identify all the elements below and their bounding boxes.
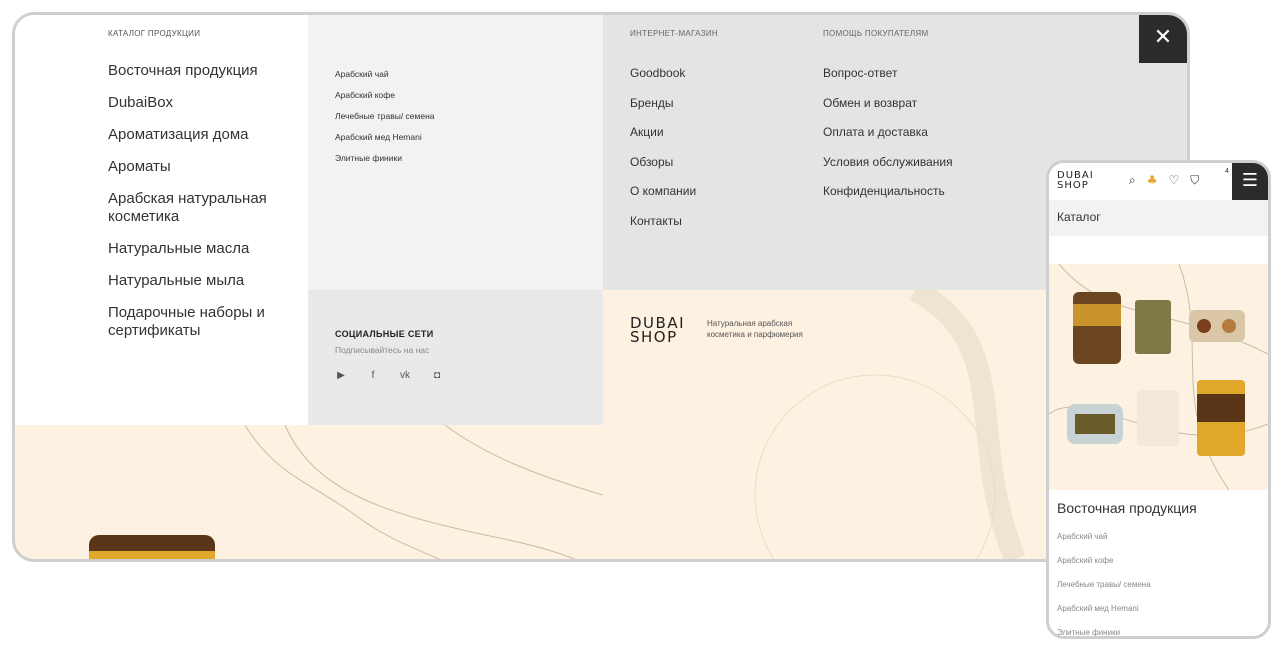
cart-icon[interactable]: ⛉ (1190, 173, 1199, 188)
user-icon[interactable]: ♣ (1147, 173, 1158, 188)
product-jar-label (89, 551, 215, 559)
heart-icon[interactable]: ♡ (1169, 173, 1180, 188)
shop-link[interactable]: Goodbook (630, 66, 696, 96)
tagline-line-1: Натуральная арабская (707, 319, 793, 328)
facebook-icon[interactable]: f (367, 370, 379, 381)
catalog-menu: Восточная продукция DubaiBox Ароматизаци… (108, 62, 293, 354)
help-menu: Вопрос-ответ Обмен и возврат Оплата и до… (823, 66, 953, 214)
close-button[interactable]: ✕ (1139, 15, 1187, 63)
social-column (308, 290, 603, 425)
social-title: СОЦИАЛЬНЫЕ СЕТИ (335, 329, 434, 339)
tagline-line-2: косметика и парфюмерия (707, 330, 803, 339)
mobile-header-icons: ⌕ ♣ ♡ ⛉ (1129, 173, 1199, 188)
hero-products-illustration (1049, 264, 1268, 490)
catalog-item[interactable]: Подарочные наборы и сертификаты (108, 304, 293, 340)
help-heading: ПОМОЩЬ ПОКУПАТЕЛЯМ (823, 29, 929, 38)
mobile-hero-image (1049, 264, 1268, 490)
cart-count-badge: 4 (1225, 168, 1229, 175)
help-link[interactable]: Конфиденциальность (823, 184, 953, 214)
mobile-header: DUBAI SHOP ⌕ ♣ ♡ ⛉ 4 ☰ (1049, 163, 1268, 200)
subcategory-item[interactable]: Арабский чай (335, 69, 435, 90)
logo-line-2: SHOP (1057, 180, 1089, 191)
mobile-subcategory-item[interactable]: Элитные финики (1057, 628, 1151, 636)
mobile-subcategory-item[interactable]: Арабский чай (1057, 532, 1151, 556)
shop-link[interactable]: О компании (630, 184, 696, 214)
logo-line-2: SHOP (630, 328, 678, 346)
mobile-frame: DUBAI SHOP ⌕ ♣ ♡ ⛉ 4 ☰ Каталог Восточная… (1046, 160, 1271, 639)
search-icon[interactable]: ⌕ (1129, 173, 1136, 188)
catalog-item[interactable]: Натуральные мыла (108, 272, 293, 290)
shop-heading: ИНТЕРНЕТ-МАГАЗИН (630, 29, 718, 38)
catalog-item[interactable]: DubaiBox (108, 94, 293, 112)
social-subtitle: Подписывайтесь на нас (335, 345, 430, 355)
instagram-icon[interactable]: ◘ (431, 370, 443, 381)
mobile-subcategory-menu: Арабский чай Арабский кофе Лечебные трав… (1057, 532, 1151, 636)
subcategory-item[interactable]: Арабский кофе (335, 90, 435, 111)
youtube-icon[interactable]: ▶ (335, 370, 347, 381)
shop-menu: Goodbook Бренды Акции Обзоры О компании … (630, 66, 696, 243)
brand-tagline: Натуральная арабская косметика и парфюме… (707, 318, 847, 340)
catalog-heading: КАТАЛОГ ПРОДУКЦИИ (108, 29, 201, 38)
mobile-logo[interactable]: DUBAI SHOP (1057, 171, 1094, 191)
help-link[interactable]: Вопрос-ответ (823, 66, 953, 96)
social-icons: ▶ f vk ◘ (335, 370, 443, 381)
subcategory-item[interactable]: Лечебные травы/ семена (335, 111, 435, 132)
shop-link[interactable]: Бренды (630, 96, 696, 126)
help-link[interactable]: Условия обслуживания (823, 155, 953, 185)
shop-link[interactable]: Акции (630, 125, 696, 155)
mobile-subcategory-item[interactable]: Арабский кофе (1057, 556, 1151, 580)
subcategory-item[interactable]: Элитные финики (335, 153, 435, 174)
mobile-section-title[interactable]: Восточная продукция (1057, 500, 1197, 516)
catalog-item[interactable]: Ароматизация дома (108, 126, 293, 144)
shop-link[interactable]: Контакты (630, 214, 696, 244)
subcategory-item[interactable]: Арабский мед Hemani (335, 132, 435, 153)
catalog-item[interactable]: Ароматы (108, 158, 293, 176)
dubai-shop-logo[interactable]: DUBAI SHOP (630, 316, 685, 346)
subcategory-menu: Арабский чай Арабский кофе Лечебные трав… (335, 69, 435, 174)
vk-icon[interactable]: vk (399, 370, 411, 381)
catalog-item[interactable]: Натуральные масла (108, 240, 293, 258)
mobile-subcategory-item[interactable]: Арабский мед Hemani (1057, 604, 1151, 628)
catalog-item[interactable]: Арабская натуральная косметика (108, 190, 293, 226)
mobile-catalog-bar[interactable]: Каталог (1049, 200, 1268, 236)
shop-link[interactable]: Обзоры (630, 155, 696, 185)
mobile-subcategory-item[interactable]: Лечебные травы/ семена (1057, 580, 1151, 604)
catalog-item[interactable]: Восточная продукция (108, 62, 293, 80)
help-link[interactable]: Обмен и возврат (823, 96, 953, 126)
menu-button[interactable]: ☰ (1232, 163, 1268, 200)
help-link[interactable]: Оплата и доставка (823, 125, 953, 155)
